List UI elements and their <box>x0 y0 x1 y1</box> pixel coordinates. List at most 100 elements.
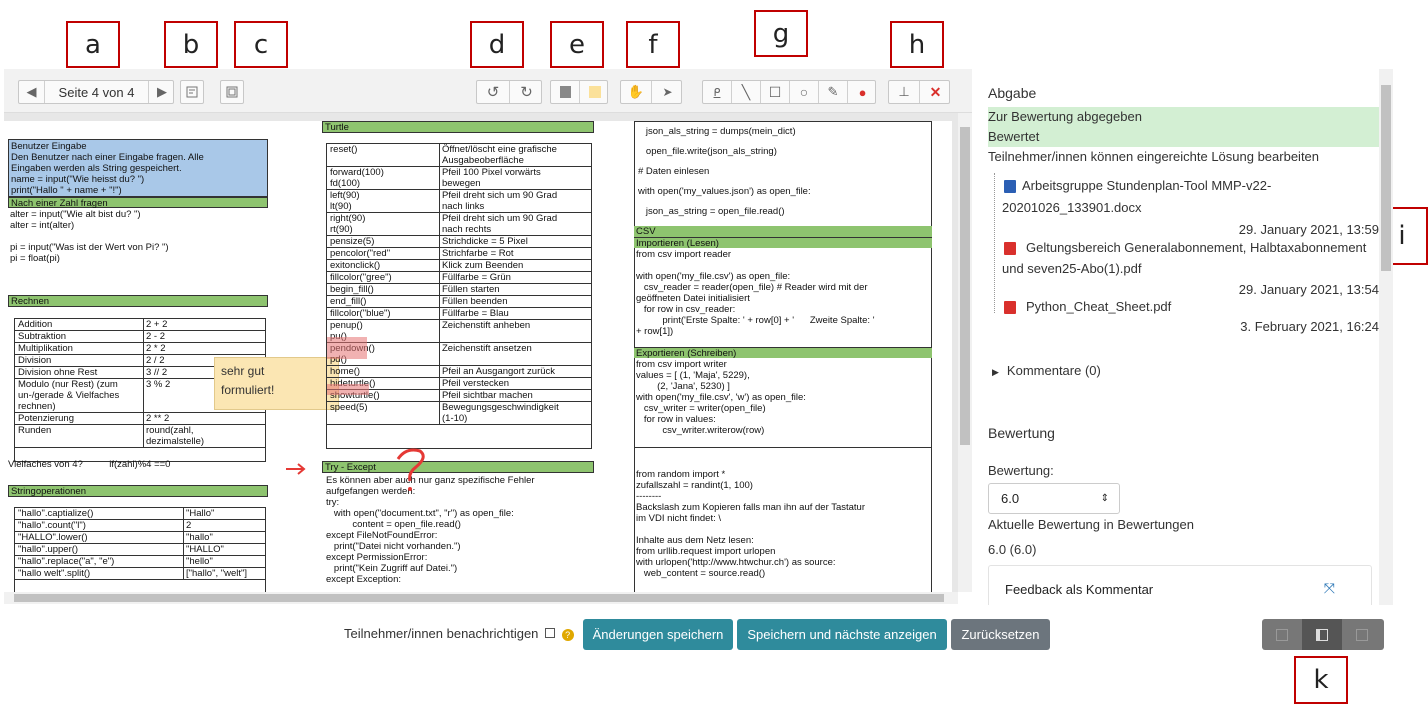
editable-note: Teilnehmer/innen können eingereichte Lös… <box>988 149 1320 164</box>
panel-title: Abgabe <box>988 85 1037 101</box>
table-row: pensize(5) Strichdicke = 5 Pixel <box>327 236 591 248</box>
rotate-left-icon[interactable]: ↺ <box>477 81 510 103</box>
input-section: Benutzer Eingabe Den Benutzer nach einer… <box>8 139 268 197</box>
grade-label: Bewertung: <box>988 463 1054 478</box>
comment-color-button[interactable] <box>580 81 609 103</box>
current-grade-value[interactable]: 6.0 (6.0) <box>988 540 1379 560</box>
table-cell-key: speed(5) <box>330 402 368 413</box>
table-cell-key: exitonclick() <box>330 260 381 271</box>
table-column-divider <box>439 320 440 342</box>
draw-tools-group: ᑭ ╲ ☐ ○ ✎ ● <box>702 80 876 104</box>
panel-scroll-thumb[interactable] <box>1381 85 1391 271</box>
callout-g: g <box>754 10 808 57</box>
next-page-button[interactable]: ▶ <box>149 81 175 103</box>
table-cell-value: Öffnet/löscht eine grafische Ausgabeober… <box>442 144 557 166</box>
comments-label: Kommentare (0) <box>1006 363 1101 378</box>
string-header: Stringoperationen <box>8 485 268 497</box>
file-link-1-cont[interactable]: 20201026_133901.docx <box>1002 198 1379 218</box>
table-cell-key: "hallo".upper() <box>18 544 79 555</box>
save-changes-button[interactable]: Änderungen speichern <box>583 619 733 650</box>
pen-tool-icon[interactable]: ✎ <box>819 81 848 103</box>
stamp-group: ⊥ ✕ <box>888 80 950 104</box>
table-cell-key: forward(100) fd(100) <box>330 167 384 189</box>
highlighter-color-icon[interactable]: ● <box>848 81 877 103</box>
delete-icon[interactable]: ✕ <box>920 81 951 103</box>
file-link-2[interactable]: Geltungsbereich Generalabonnement, Halbt… <box>1026 238 1379 258</box>
oval-tool-icon[interactable]: ○ <box>790 81 819 103</box>
submission-panel: Abgabe Zur Bewertung abgegeben Bewertet … <box>980 69 1379 605</box>
file-link-3[interactable]: Python_Cheat_Sheet.pdf <box>1026 297 1379 317</box>
layout-default-button[interactable] <box>1302 619 1342 650</box>
table-column-divider <box>183 568 184 579</box>
grade-select-value: 6.0 <box>1001 491 1020 506</box>
line-tool-icon[interactable]: ╲ <box>732 81 761 103</box>
pan-hand-icon[interactable]: ✋ <box>621 81 652 103</box>
callout-a: a <box>66 21 120 68</box>
table-cell-key: Modulo (nur Rest) (zum un-/gerade & Viel… <box>18 379 120 412</box>
red-question-mark-annotation <box>396 448 425 491</box>
prev-page-button[interactable]: ◀ <box>19 81 45 103</box>
panel-scrollbar[interactable] <box>1379 69 1393 605</box>
expand-editor-icon[interactable]: ⤧ <box>1324 580 1335 597</box>
callout-b: b <box>164 21 218 68</box>
table-cell-key: pensize(5) <box>330 236 375 247</box>
table-cell-key: home() <box>330 366 361 377</box>
table-column-divider <box>143 367 144 378</box>
stamp-icon[interactable]: ⊥ <box>889 81 920 103</box>
file-link-1[interactable]: Arbeitsgruppe Stundenplan-Tool MMP-v22- <box>1022 176 1379 196</box>
color-swatch-icon <box>588 86 601 98</box>
expand-comments-button[interactable] <box>220 80 244 104</box>
pdf-document-area[interactable]: Benutzer Eingabe Den Benutzer nach einer… <box>4 113 958 592</box>
callout-c: c <box>234 21 288 68</box>
table-cell-value: Pfeil dreht sich um 90 Grad nach links <box>442 190 558 212</box>
number-body: alter = input("Wie alt bist du? ") alter… <box>10 209 169 264</box>
doc-vertical-scrollbar[interactable] <box>958 113 972 592</box>
rectangle-tool-icon[interactable]: ☐ <box>761 81 790 103</box>
page-indicator[interactable]: Seite 4 von 4 <box>45 81 149 103</box>
table-cell-key: left(90) lt(90) <box>330 190 360 212</box>
reset-button[interactable]: Zurücksetzen <box>951 619 1050 650</box>
rotate-right-icon[interactable]: ↻ <box>510 81 543 103</box>
table-cell-key: "hallo welt".split() <box>18 568 91 579</box>
table-column-divider <box>143 379 144 412</box>
save-and-next-button[interactable]: Speichern und nächste anzeigen <box>737 619 947 650</box>
comment-tool-icon[interactable]: ᑭ <box>703 81 732 103</box>
table-cell-value: Pfeil an Ausgangort zurück <box>442 366 556 377</box>
table-cell-value: Zeichenstift ansetzen <box>442 343 532 354</box>
table-cell-key: "hallo".replace("a", "e") <box>18 556 115 567</box>
table-column-divider <box>439 402 440 424</box>
doc-hscroll-thumb[interactable] <box>14 594 944 602</box>
file-link-2-cont[interactable]: und seven25-Abo(1).pdf <box>1002 259 1379 279</box>
doc-vscroll-thumb[interactable] <box>960 127 970 445</box>
comment-icon <box>559 86 571 98</box>
table-cell-key: right(90) rt(90) <box>330 213 366 235</box>
table-row: pencolor("red" Strichfarbe = Rot <box>327 248 591 260</box>
layout-collapse-panel-button[interactable] <box>1262 619 1302 650</box>
help-icon[interactable]: ? <box>561 629 574 641</box>
table-column-divider <box>439 308 440 319</box>
table-cell-value: 2 / 2 <box>146 355 165 366</box>
table-column-divider <box>143 319 144 330</box>
red-arrow-annotation <box>286 463 306 475</box>
select-pointer-icon[interactable]: ➤ <box>652 81 683 103</box>
csv-header: CSV <box>634 226 932 237</box>
table-cell-value: Pfeil 100 Pixel vorwärts bewegen <box>442 167 541 189</box>
panel-left-icon <box>1276 628 1288 641</box>
table-cell-key: end_fill() <box>330 296 367 307</box>
panel-right-icon <box>1356 628 1368 641</box>
table-column-divider <box>439 390 440 401</box>
comment-search-button[interactable] <box>551 81 580 103</box>
doc-horizontal-scrollbar[interactable] <box>4 592 958 604</box>
search-comments-button[interactable] <box>180 80 204 104</box>
notify-checkbox[interactable] <box>545 628 556 638</box>
grade-select[interactable]: 6.0 ⇕ <box>988 483 1120 514</box>
table-column-divider <box>439 248 440 259</box>
turtle-table: reset() Öffnet/löscht eine grafische Ausg… <box>326 143 592 449</box>
layout-collapse-review-button[interactable] <box>1342 619 1382 650</box>
sticky-note[interactable]: sehr gut formuliert! <box>214 357 339 410</box>
table-row: home() Pfeil an Ausgangort zurück <box>327 366 591 378</box>
table-cell-key: Subtraktion <box>18 331 67 342</box>
table-cell-key: Division ohne Rest <box>18 367 98 378</box>
comments-toggle[interactable]: ▶ Kommentare (0) <box>992 361 1379 381</box>
table-row: fillcolor("gree") Füllfarbe = Grün <box>327 272 591 284</box>
